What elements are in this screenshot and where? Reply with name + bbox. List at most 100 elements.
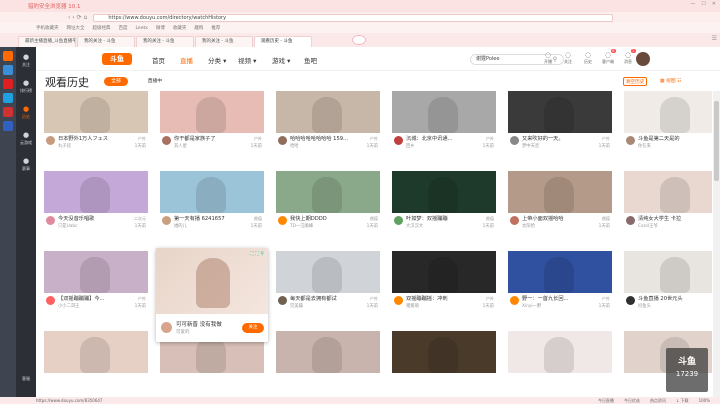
douyu-logo[interactable]: 斗鱼 [102, 53, 132, 65]
nav-item-clock[interactable]: ● 历史 [16, 99, 36, 125]
close-icon[interactable]: ✕ [712, 1, 716, 7]
menu-item[interactable]: 鱼吧 [304, 55, 317, 65]
filter-live-button[interactable]: 直播中 [144, 77, 166, 86]
avatar[interactable] [46, 296, 55, 305]
history-card[interactable]: 野一：一首九长回... 户外 Xinyi一野 1天前 [508, 251, 612, 319]
history-card[interactable]: 今天没音乐唱歌 二次元 只是Uabc 1天前 [44, 171, 148, 239]
history-card[interactable]: 双摇蹦蹦摇：冲刺 户外 猪猪萌 1天前 [392, 251, 496, 319]
avatar[interactable] [162, 136, 171, 145]
history-card[interactable]: 我快上期DDDD 颜值 TD一汪顺峰 1天前 [276, 171, 380, 239]
avatar[interactable] [46, 216, 55, 225]
history-card[interactable]: 你干都是家族子了 户外 其人星 1天前 [160, 91, 264, 159]
history-card[interactable]: 第一天有播 6241657 颜值 她的儿 1天前 [160, 171, 264, 239]
qq-icon[interactable] [3, 93, 13, 103]
tab-menu-icon[interactable]: ☰ [712, 35, 717, 42]
browser-tab[interactable]: 最新主播直播_斗鱼直播平台 [18, 36, 76, 47]
bookmark-item[interactable]: 趣购 [194, 25, 203, 31]
avatar[interactable] [162, 216, 171, 225]
window-controls[interactable]: — ☐ ✕ [690, 1, 716, 7]
nav-item-game[interactable]: ● 云游戏 [16, 125, 36, 151]
netease-icon[interactable] [3, 107, 13, 117]
history-card[interactable]: 哈哈哈哈哈哈哈哈 159... 户外 哈哈 1天前 [276, 91, 380, 159]
bookmark-item[interactable]: 推荐 [211, 25, 220, 31]
menu-item[interactable]: 分类 ▾ [208, 55, 226, 65]
avatar[interactable] [510, 296, 519, 305]
status-item[interactable]: 100% [699, 397, 710, 404]
scrollbar[interactable] [713, 91, 720, 397]
avatar[interactable] [394, 296, 403, 305]
card-thumbnail[interactable] [508, 331, 612, 373]
scrollbar-thumb[interactable] [714, 101, 719, 181]
status-item[interactable]: 今日优选 [624, 397, 640, 404]
weibo-icon[interactable] [3, 79, 13, 89]
card-thumbnail[interactable] [44, 251, 148, 293]
history-card[interactable] [508, 331, 612, 397]
history-card[interactable]: 【双摇蹦蹦蹦】今... 户外 小小二哥王 1天前 [44, 251, 148, 319]
toolbar-item[interactable]: ◌ 关注 [558, 51, 578, 65]
avatar[interactable] [46, 136, 55, 145]
card-thumbnail[interactable] [276, 331, 380, 373]
menu-item[interactable]: 游戏 ▾ [272, 55, 290, 65]
browser-tab[interactable]: 我的关注 - 斗鱼 [136, 36, 194, 47]
history-card[interactable]: 清纯女大学生 卡拉颜值Carol王爷1天前 [624, 171, 712, 239]
card-thumbnail[interactable] [392, 91, 496, 133]
card-thumbnail[interactable] [508, 171, 612, 213]
history-card[interactable]: 斗鱼是第二天是的户外你在来1天前 [624, 91, 712, 159]
toolbar-item[interactable]: ◌ 开播 [538, 51, 558, 65]
history-card[interactable]: 斗鱼直播 20世元头户外抖鱼头1天前 [624, 251, 712, 319]
bookmark-item[interactable]: 收藏夹 [173, 25, 187, 31]
menu-item[interactable]: 直播 [180, 55, 193, 65]
history-card[interactable]: 每天都是去拥有都试 户外 完美蹦 1天前 [276, 251, 380, 319]
bookmark-item[interactable]: 百度 [119, 25, 128, 31]
card-thumbnail[interactable] [624, 251, 712, 293]
card-thumbnail[interactable] [44, 91, 148, 133]
status-item[interactable]: 今日直播 [598, 397, 614, 404]
preview-tools[interactable]: ⛶ ⛶ ⚲ [250, 251, 264, 257]
card-thumbnail[interactable] [160, 171, 264, 213]
card-thumbnail[interactable] [276, 171, 380, 213]
card-thumbnail[interactable] [624, 91, 712, 133]
history-card[interactable]: 又来吹好的一天。 户外 梦中天音 1天前 [508, 91, 612, 159]
card-thumbnail[interactable] [392, 251, 496, 293]
history-card[interactable] [276, 331, 380, 397]
history-card[interactable]: 叶如梦：双摇蹦蹦 颜值 大汉汉大 1天前 [392, 171, 496, 239]
menu-item[interactable]: 视频 ▾ [238, 55, 256, 65]
avatar[interactable] [636, 52, 650, 66]
avatar[interactable] [510, 216, 519, 225]
avatar[interactable] [161, 322, 172, 333]
baidu-icon[interactable] [3, 121, 13, 131]
bookmark-item[interactable]: 微博 [156, 25, 165, 31]
card-thumbnail[interactable] [44, 171, 148, 213]
clear-history-button[interactable]: 清空历史 [623, 77, 647, 86]
bookmark-item[interactable]: Leetx [136, 26, 148, 31]
toolbar-item[interactable]: ◌ 客户端 8 [598, 49, 618, 65]
card-thumbnail[interactable] [508, 91, 612, 133]
bookmark-item[interactable]: 手机收藏夹 [36, 25, 59, 31]
preview-thumbnail[interactable]: ⛶ ⛶ ⚲ [156, 248, 268, 314]
avatar[interactable] [394, 136, 403, 145]
douyu-icon[interactable] [3, 51, 13, 61]
card-thumbnail[interactable] [508, 251, 612, 293]
history-card[interactable] [44, 331, 148, 397]
status-item[interactable]: ↓ 下载 [676, 397, 689, 404]
avatar[interactable] [626, 136, 635, 145]
avatar[interactable] [278, 296, 287, 305]
card-thumbnail[interactable] [44, 331, 148, 373]
status-item[interactable]: 热点资讯 [650, 397, 666, 404]
card-thumbnail[interactable] [624, 171, 712, 213]
history-card[interactable] [392, 331, 496, 397]
card-thumbnail[interactable] [276, 251, 380, 293]
bookmark-item[interactable]: 网址大全 [67, 25, 85, 31]
p-icon[interactable] [3, 65, 13, 75]
history-card[interactable]: 日本野外1万人フェス 户外 丸子叔 1天前 [44, 91, 148, 159]
filter-all-button[interactable]: 全部 [104, 77, 128, 86]
card-thumbnail[interactable] [392, 331, 496, 373]
avatar[interactable] [626, 216, 635, 225]
avatar[interactable] [278, 216, 287, 225]
menu-item[interactable]: 首页 [152, 55, 165, 65]
toolbar-item[interactable]: ◌ 消息 2 [618, 49, 638, 65]
toolbar-item[interactable]: ◌ 历史 [578, 51, 598, 65]
view-switch[interactable]: ▦ 视图 ☷ [660, 77, 694, 86]
avatar[interactable] [626, 296, 635, 305]
avatar[interactable] [394, 216, 403, 225]
